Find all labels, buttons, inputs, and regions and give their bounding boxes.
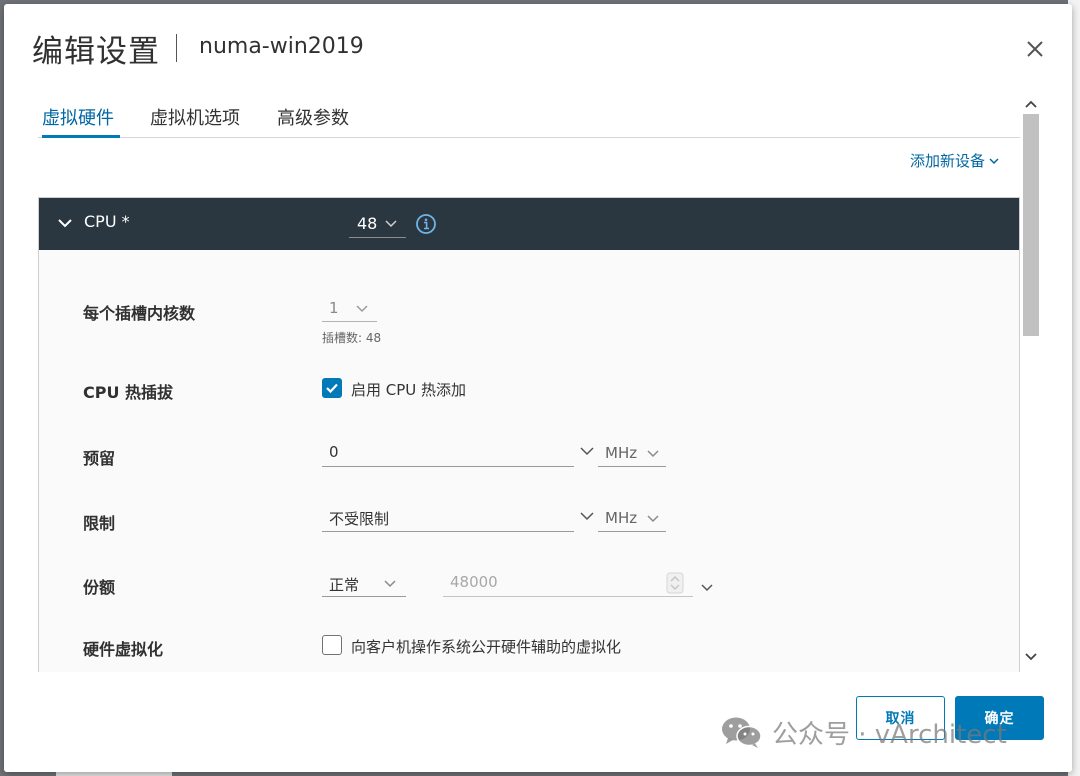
reservation-unit: MHz [605, 444, 638, 462]
cpu-hot-plug-label: CPU 热插拔 [83, 383, 174, 402]
socket-count-helper: 插槽数: 48 [322, 331, 382, 345]
cancel-button[interactable]: 取消 [856, 696, 945, 740]
tab-vm-options[interactable]: 虚拟机选项 [150, 100, 240, 138]
chevron-down-icon [1025, 653, 1037, 661]
limit-unit: MHz [605, 509, 638, 527]
shares-chevron-down-icon[interactable] [701, 581, 713, 593]
cpu-panel: CPU * 48 每个插槽内核数 1 插槽数: 48 CPU 热插拔 启用 CP… [38, 197, 1020, 672]
add-new-device-button[interactable]: 添加新设备 [910, 150, 999, 171]
limit-unit-select[interactable]: MHz [598, 506, 666, 532]
limit-dropdown-chevron-icon[interactable] [580, 509, 594, 523]
chevron-down-icon [647, 515, 659, 523]
shares-level-select[interactable]: 正常 [322, 571, 406, 597]
cpu-panel-header: CPU * 48 [39, 198, 1019, 250]
reservation-dropdown-chevron-icon[interactable] [580, 444, 594, 458]
chevron-down-icon [989, 157, 999, 164]
cores-per-socket-value: 1 [329, 299, 339, 317]
limit-value: 不受限制 [329, 510, 390, 528]
expose-hw-virtualization-label: 向客户机操作系统公开硬件辅助的虚拟化 [351, 638, 622, 656]
dialog-header: 编辑设置 numa-win2019 [4, 4, 1072, 90]
title-separator [176, 34, 177, 62]
shares-level-value: 正常 [329, 576, 360, 594]
chevron-down-icon [385, 220, 397, 228]
reservation-value: 0 [329, 443, 339, 461]
reservation-label: 预留 [83, 449, 116, 468]
spinner-arrows-icon [666, 572, 684, 594]
chevron-down-icon [356, 305, 368, 313]
scroll-down-button[interactable] [1020, 647, 1042, 667]
chevron-down-icon [647, 450, 659, 458]
cpu-count-value: 48 [357, 214, 378, 233]
cores-per-socket-select[interactable]: 1 [322, 296, 377, 322]
vm-name: numa-win2019 [199, 34, 364, 59]
info-icon[interactable] [415, 213, 437, 235]
cpu-panel-title: CPU * [84, 212, 130, 231]
limit-input[interactable]: 不受限制 [322, 504, 574, 532]
shares-value: 48000 [450, 573, 498, 591]
cpu-count-select[interactable]: 48 [349, 212, 406, 238]
chevron-up-icon [1025, 100, 1037, 108]
reservation-input[interactable]: 0 [322, 439, 574, 467]
hardware-virtualization-label: 硬件虚拟化 [83, 640, 164, 659]
collapse-chevron-icon[interactable] [56, 214, 74, 232]
cpu-hot-add-label: 启用 CPU 热添加 [351, 381, 467, 399]
scrollbar-thumb[interactable] [1023, 114, 1039, 336]
tab-bar: 虚拟硬件 虚拟机选项 高级参数 [38, 100, 1020, 138]
edit-settings-dialog: 编辑设置 numa-win2019 虚拟硬件 虚拟机选项 高级参数 添加新设备 … [4, 4, 1072, 772]
reservation-unit-select[interactable]: MHz [598, 441, 666, 467]
shares-value-input: 48000 [443, 569, 693, 597]
tab-virtual-hardware[interactable]: 虚拟硬件 [42, 100, 120, 138]
ok-button[interactable]: 确定 [955, 696, 1044, 740]
dialog-title: 编辑设置 [32, 34, 160, 70]
shares-label: 份额 [83, 578, 116, 597]
cpu-hot-add-checkbox[interactable] [322, 378, 342, 398]
dialog-footer: 取消 确定 [4, 672, 1072, 772]
checkmark-icon [326, 383, 338, 394]
cores-per-socket-label: 每个插槽内核数 [83, 304, 196, 323]
close-icon [1027, 41, 1043, 57]
scroll-up-button[interactable] [1020, 94, 1042, 114]
tab-advanced-parameters[interactable]: 高级参数 [277, 100, 349, 138]
limit-label: 限制 [83, 514, 116, 533]
expose-hw-virtualization-checkbox[interactable] [322, 635, 342, 655]
chevron-down-icon [384, 580, 396, 588]
close-button[interactable] [1020, 34, 1050, 64]
add-new-device-label: 添加新设备 [910, 152, 986, 170]
